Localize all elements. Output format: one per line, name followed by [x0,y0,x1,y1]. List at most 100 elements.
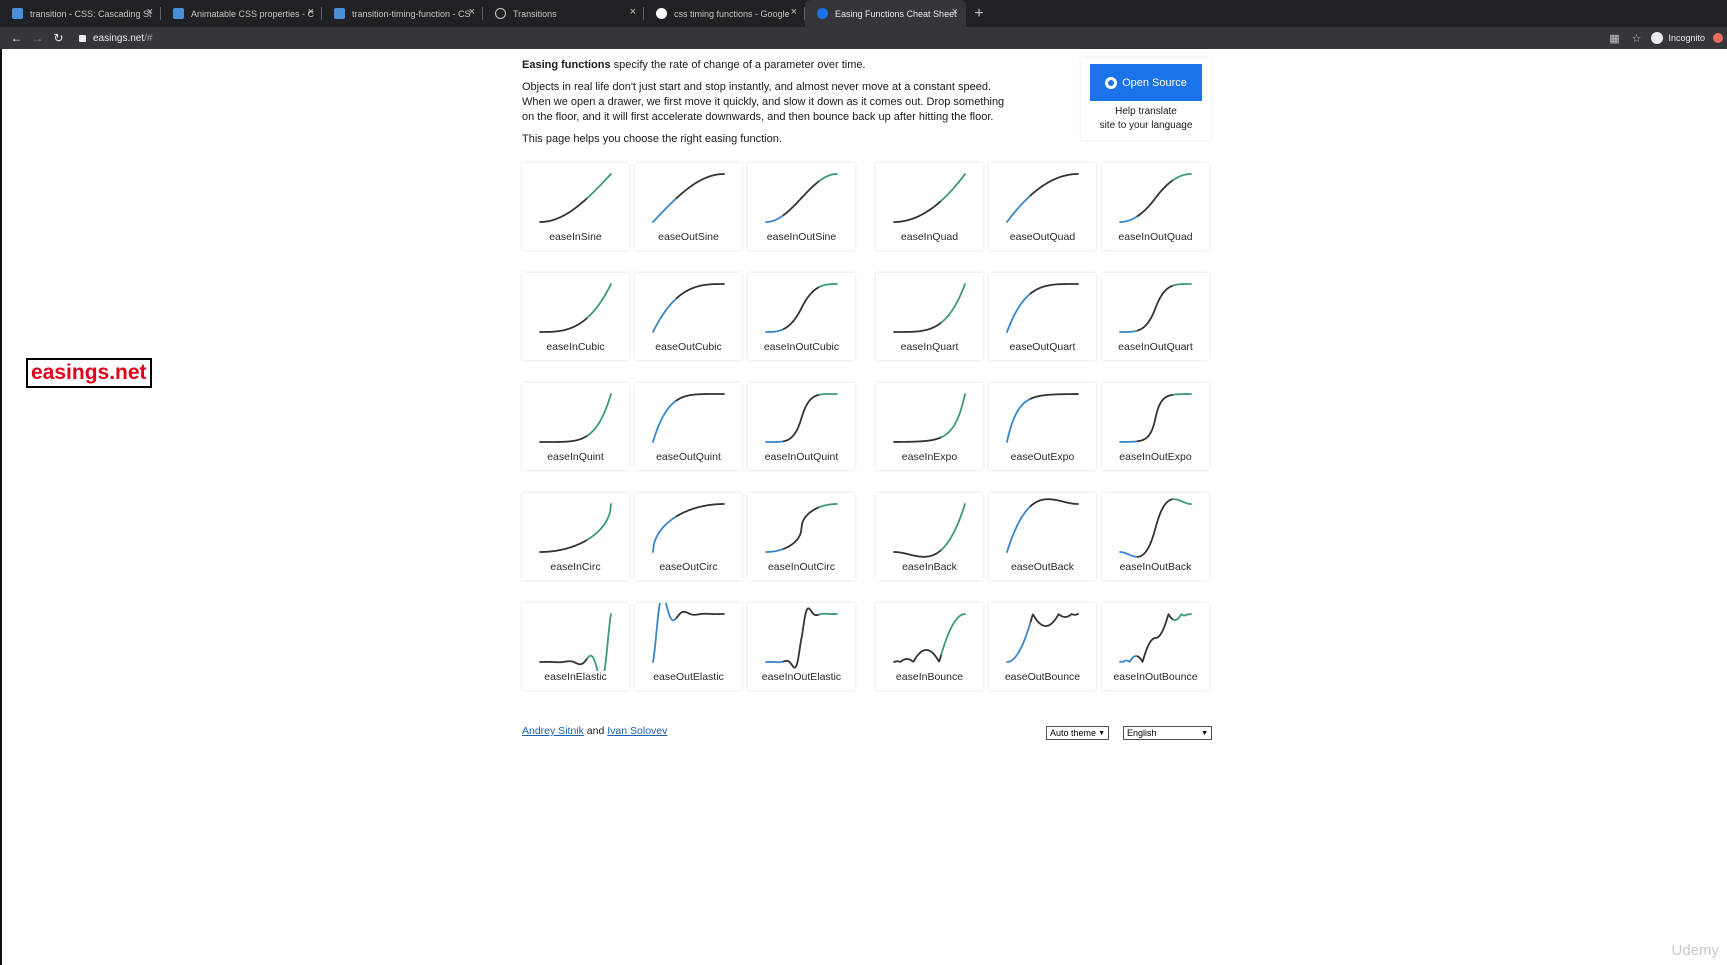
translate-icon[interactable]: ▦ [1603,27,1625,49]
easing-card-easeInBack[interactable]: easeInBack [876,493,983,580]
curve-start-segment [652,603,678,663]
chevron-down-icon: ▼ [1201,729,1208,737]
language-select[interactable]: English ▼ [1123,726,1212,740]
curve-start-segment [539,657,589,666]
easing-card-easeOutExpo[interactable]: easeOutExpo [989,383,1096,470]
browser-tab[interactable]: transition-timing-function - CS × [322,0,483,27]
intro-lead-rest: specify the rate of change of a paramete… [610,59,866,71]
footer-credits: Andrey Sitnik and Ivan Solovev [522,725,667,737]
browser-tab[interactable]: Transitions × [483,0,644,27]
easing-card-easeInOutQuint[interactable]: easeInOutQuint [748,383,855,470]
easing-card-easeInOutElastic[interactable]: easeInOutElastic [748,603,855,690]
back-icon[interactable]: ← [6,27,27,49]
help-translate-link[interactable]: Help translate site to your language [1081,105,1211,133]
window-edge [0,49,2,965]
easing-card-easeOutBounce[interactable]: easeOutBounce [989,603,1096,690]
close-icon[interactable]: × [791,6,797,18]
curve-start-segment [652,297,678,333]
curve-start-segment [1006,397,1032,443]
easing-curve-graph [893,613,966,663]
browser-tab[interactable]: Easing Functions Cheat Sheet × [805,0,966,27]
curve-start-segment [539,197,589,223]
easing-card-label: easeOutQuart [1009,341,1076,353]
tab-title: css timing functions - Google [674,8,790,19]
help-translate-line1: Help translate [1115,106,1177,117]
easing-card-label: easeInSine [549,231,602,243]
open-source-button[interactable]: Open Source [1090,64,1202,101]
easing-card-easeOutQuart[interactable]: easeOutQuart [989,273,1096,360]
address-bar[interactable]: easings.net/# [79,33,153,44]
close-icon[interactable]: × [952,6,958,18]
forward-icon[interactable]: → [27,27,48,49]
incognito-indicator[interactable]: Incognito [1651,32,1705,44]
easing-card-easeInOutBack[interactable]: easeInOutBack [1102,493,1209,580]
easing-card-easeInCubic[interactable]: easeInCubic [522,273,629,360]
curve-start-segment [539,434,589,443]
easing-card-easeInBounce[interactable]: easeInBounce [876,603,983,690]
easing-card-easeInOutCirc[interactable]: easeInOutCirc [748,493,855,580]
curve-end-segment [1029,283,1079,295]
easing-card-label: easeOutElastic [653,671,724,683]
reload-icon[interactable]: ↻ [48,27,69,49]
close-icon[interactable]: × [308,6,314,18]
easing-card-easeOutQuad[interactable]: easeOutQuad [989,163,1096,250]
easing-card-easeInOutQuart[interactable]: easeInOutQuart [1102,273,1209,360]
tab-title: Easing Functions Cheat Sheet [835,8,957,19]
new-tab-icon[interactable]: + [966,0,992,27]
easing-card-easeOutCubic[interactable]: easeOutCubic [635,273,742,360]
browser-tab[interactable]: Animatable CSS properties - C × [161,0,322,27]
easing-card-easeInElastic[interactable]: easeInElastic [522,603,629,690]
curve-start-segment [765,328,785,333]
intro-text: Easing functions specify the rate of cha… [522,58,1012,154]
curve-mid-segment [782,607,821,669]
easing-card-easeInOutQuad[interactable]: easeInOutQuad [1102,163,1209,250]
easing-curve-graph [1119,498,1192,558]
easing-card-label: easeOutBack [1010,561,1075,573]
curve-start-segment [539,538,589,553]
close-icon[interactable]: × [147,6,153,18]
curve-start-segment [893,436,943,443]
easing-card-easeOutSine[interactable]: easeOutSine [635,163,742,250]
update-menu-icon[interactable] [1713,33,1723,43]
curve-end-segment [1029,393,1079,400]
easing-curve-graph [893,393,966,443]
curve-start-segment [652,399,678,443]
author-link-andrey[interactable]: Andrey Sitnik [522,725,584,737]
author-link-ivan[interactable]: Ivan Solovev [607,725,667,737]
open-source-label: Open Source [1122,76,1187,89]
curve-start-segment [1006,620,1032,663]
easing-card-easeInOutBounce[interactable]: easeInOutBounce [1102,603,1209,690]
url-path: /# [144,32,153,44]
easing-card-easeOutCirc[interactable]: easeOutCirc [635,493,742,580]
easing-card-easeOutQuint[interactable]: easeOutQuint [635,383,742,470]
easing-card-label: easeInOutQuart [1118,341,1193,353]
tab-title: transition-timing-function - CS [352,8,471,19]
easing-card-easeInOutSine[interactable]: easeInOutSine [748,163,855,250]
help-translate-line2: site to your language [1099,120,1193,131]
language-select-value: English [1127,728,1157,738]
lock-icon [79,34,86,42]
browser-tab[interactable]: css timing functions - Google × [644,0,805,27]
curve-end-segment [940,503,966,551]
easing-card-easeOutElastic[interactable]: easeOutElastic [635,603,742,690]
curve-end-segment [586,613,612,671]
easing-card-easeInQuad[interactable]: easeInQuad [876,163,983,250]
easing-card-easeInQuart[interactable]: easeInQuart [876,273,983,360]
incognito-label: Incognito [1668,33,1705,43]
bookmark-star-icon[interactable]: ☆ [1625,27,1647,49]
easing-card-easeInExpo[interactable]: easeInExpo [876,383,983,470]
theme-select[interactable]: Auto theme ▼ [1046,726,1109,740]
browser-tab[interactable]: transition - CSS: Cascading St × [0,0,161,27]
close-icon[interactable]: × [630,6,636,18]
easing-card-label: easeInOutCirc [767,561,836,573]
globe-icon [495,8,506,19]
easing-card-easeInSine[interactable]: easeInSine [522,163,629,250]
easing-card-easeInCirc[interactable]: easeInCirc [522,493,629,580]
site-name-overlay: easings.net [26,358,152,388]
easing-card-easeInOutExpo[interactable]: easeInOutExpo [1102,383,1209,470]
easing-card-easeInOutCubic[interactable]: easeInOutCubic [748,273,855,360]
easing-card-label: easeInQuart [900,341,959,353]
close-icon[interactable]: × [469,6,475,18]
easing-card-easeInQuint[interactable]: easeInQuint [522,383,629,470]
easing-card-easeOutBack[interactable]: easeOutBack [989,493,1096,580]
